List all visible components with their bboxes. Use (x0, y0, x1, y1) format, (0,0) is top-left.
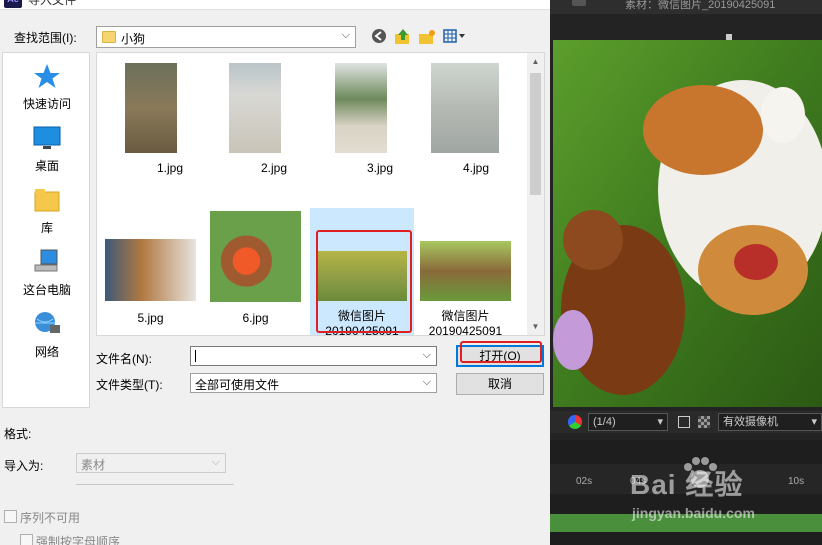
filetype-dropdown[interactable]: 全部可使用文件 ⌵ (190, 373, 437, 393)
import-as-dropdown[interactable]: 素材 ⌵ (76, 453, 226, 473)
filetype-label: 文件类型(T): (96, 378, 163, 392)
file-thumbnail (210, 211, 301, 302)
look-in-value: 小狗 (121, 32, 146, 46)
file-thumbnail (229, 63, 281, 153)
filename-label: 文件名(N): (96, 352, 152, 366)
force-alpha-label: 强制按字母顺序 (36, 535, 121, 545)
chevron-down-icon: ▾ (811, 416, 817, 428)
force-alpha-checkbox[interactable] (20, 534, 33, 545)
ae-tab-icon (572, 0, 586, 6)
format-label: 格式: (4, 427, 32, 441)
place-quick-access[interactable]: 快速访问 (3, 57, 91, 117)
up-folder-button[interactable] (394, 28, 412, 46)
computer-icon (33, 249, 61, 275)
new-folder-button[interactable] (418, 28, 436, 46)
filename-input[interactable]: ⌵ (190, 346, 437, 366)
file-thumbnail (335, 63, 387, 153)
file-thumbnail (125, 63, 177, 153)
chevron-down-icon: ⌵ (211, 456, 220, 468)
file-thumbnail (431, 63, 499, 153)
annotation-highlight (460, 341, 542, 363)
place-network[interactable]: 网络 (3, 305, 91, 365)
viewer-controls: (1/4) ▾ 有效摄像机 ▾ (550, 411, 822, 433)
annotation-highlight (316, 230, 412, 333)
baidu-watermark: Bai 经验 jingyan.baidu.com (600, 455, 800, 535)
after-effects-icon: Ae (4, 0, 22, 8)
region-icon[interactable] (678, 416, 690, 428)
file-thumbnail (420, 241, 511, 301)
ae-tab-bar: 素材：微信图片_20190425091 (550, 0, 822, 14)
footage-viewer[interactable] (553, 40, 822, 407)
place-library[interactable]: 库 (3, 181, 91, 241)
chevron-down-icon: ▾ (657, 416, 663, 428)
back-button[interactable] (370, 28, 388, 46)
divider (76, 484, 234, 485)
color-channel-icon[interactable] (568, 415, 582, 429)
desktop-icon (33, 125, 61, 151)
transparency-grid-icon[interactable] (698, 416, 710, 428)
star-icon (33, 63, 61, 89)
network-icon (33, 311, 61, 337)
view-grid-icon (443, 29, 465, 43)
watermark-url: jingyan.baidu.com (632, 505, 755, 521)
file-caption: 微信图片 20190425091 (428, 309, 503, 336)
scroll-down-icon[interactable]: ▼ (527, 318, 544, 335)
resolution-dropdown[interactable]: (1/4) ▾ (588, 413, 668, 431)
library-icon (33, 187, 61, 213)
sequence-checkbox[interactable] (4, 510, 17, 523)
text-caret (195, 350, 196, 362)
chevron-down-icon[interactable]: ⌵ (423, 349, 431, 362)
chevron-down-icon: ⌵ (341, 29, 350, 41)
up-folder-icon (395, 29, 409, 44)
watermark-brand: Bai 经验 (630, 469, 744, 500)
new-folder-icon (419, 30, 435, 44)
camera-dropdown[interactable]: 有效摄像机 ▾ (718, 413, 822, 431)
vertical-scrollbar[interactable]: ▲ ▼ (527, 53, 544, 335)
folder-icon (102, 31, 116, 43)
dog-photo-image (553, 40, 822, 407)
ae-tab-title: 素材：微信图片_20190425091 (625, 0, 776, 11)
look-in-dropdown[interactable]: 小狗 ⌵ (96, 26, 356, 48)
scroll-thumb[interactable] (530, 73, 541, 195)
back-arrow-icon (372, 29, 386, 43)
import-as-label: 导入为: (4, 459, 44, 473)
places-bar: 快速访问 桌面 库 这台电脑 网络 (2, 52, 90, 408)
sequence-label: 序列不可用 (20, 511, 81, 525)
view-menu-button[interactable] (442, 28, 468, 46)
dialog-title: 导入文件 (28, 0, 77, 7)
chevron-down-icon: ⌵ (422, 376, 431, 388)
file-thumbnail (105, 239, 196, 301)
title-bar: Ae 导入文件 (0, 0, 550, 10)
look-in-label: 查找范围(I): (14, 31, 77, 45)
place-desktop[interactable]: 桌面 (3, 119, 91, 179)
scroll-up-icon[interactable]: ▲ (527, 53, 544, 70)
place-this-pc[interactable]: 这台电脑 (3, 243, 91, 303)
cancel-button[interactable]: 取消 (456, 373, 544, 395)
